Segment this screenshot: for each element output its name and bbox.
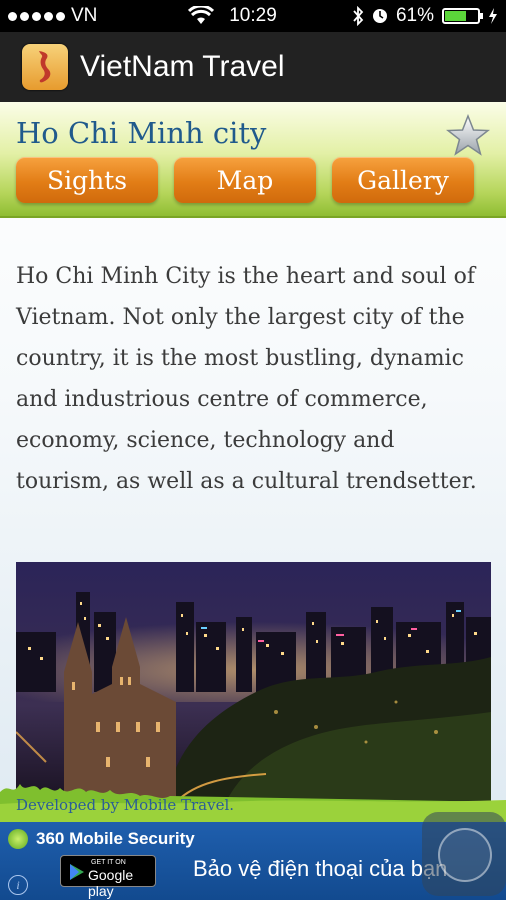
badge-store-name: Google play bbox=[88, 867, 134, 899]
city-description: Ho Chi Minh City is the heart and soul o… bbox=[16, 264, 477, 494]
google-play-badge[interactable]: GET IT ON Google play bbox=[60, 855, 156, 899]
badge-small-text: GET IT ON bbox=[91, 859, 126, 866]
battery-percent: 61% bbox=[395, 5, 434, 26]
play-store-icon bbox=[70, 864, 84, 880]
action-bar: VietNam Travel bbox=[0, 32, 506, 102]
status-bar: VN 10:29 61% bbox=[0, 0, 506, 32]
alarm-icon bbox=[372, 9, 387, 23]
bluetooth-icon bbox=[353, 6, 364, 26]
app-logo-icon[interactable] bbox=[22, 44, 68, 90]
main-content: Ho Chi Minh city Sights Map Gallery Ho C… bbox=[0, 102, 506, 822]
floating-assist-button[interactable] bbox=[422, 812, 506, 896]
developer-credit: Developed by Mobile Travel. bbox=[16, 796, 235, 814]
tab-gallery[interactable]: Gallery bbox=[332, 157, 474, 203]
city-header: Ho Chi Minh city Sights Map Gallery bbox=[0, 102, 506, 218]
charging-icon bbox=[489, 8, 497, 24]
ad-brand: 360 Mobile Security bbox=[8, 829, 195, 849]
ad-tagline: Bảo vệ điện thoại của bạn bbox=[193, 856, 448, 881]
app-title: VietNam Travel bbox=[80, 50, 285, 83]
tab-sights[interactable]: Sights bbox=[16, 157, 158, 203]
tab-map[interactable]: Map bbox=[174, 157, 316, 203]
city-title: Ho Chi Minh city bbox=[16, 116, 267, 150]
tab-bar: Sights Map Gallery bbox=[16, 157, 474, 203]
favorite-star-icon[interactable] bbox=[446, 114, 490, 158]
battery-icon bbox=[442, 8, 483, 24]
ad-brand-logo-icon bbox=[8, 829, 28, 849]
ad-info-icon[interactable]: i bbox=[8, 875, 28, 895]
